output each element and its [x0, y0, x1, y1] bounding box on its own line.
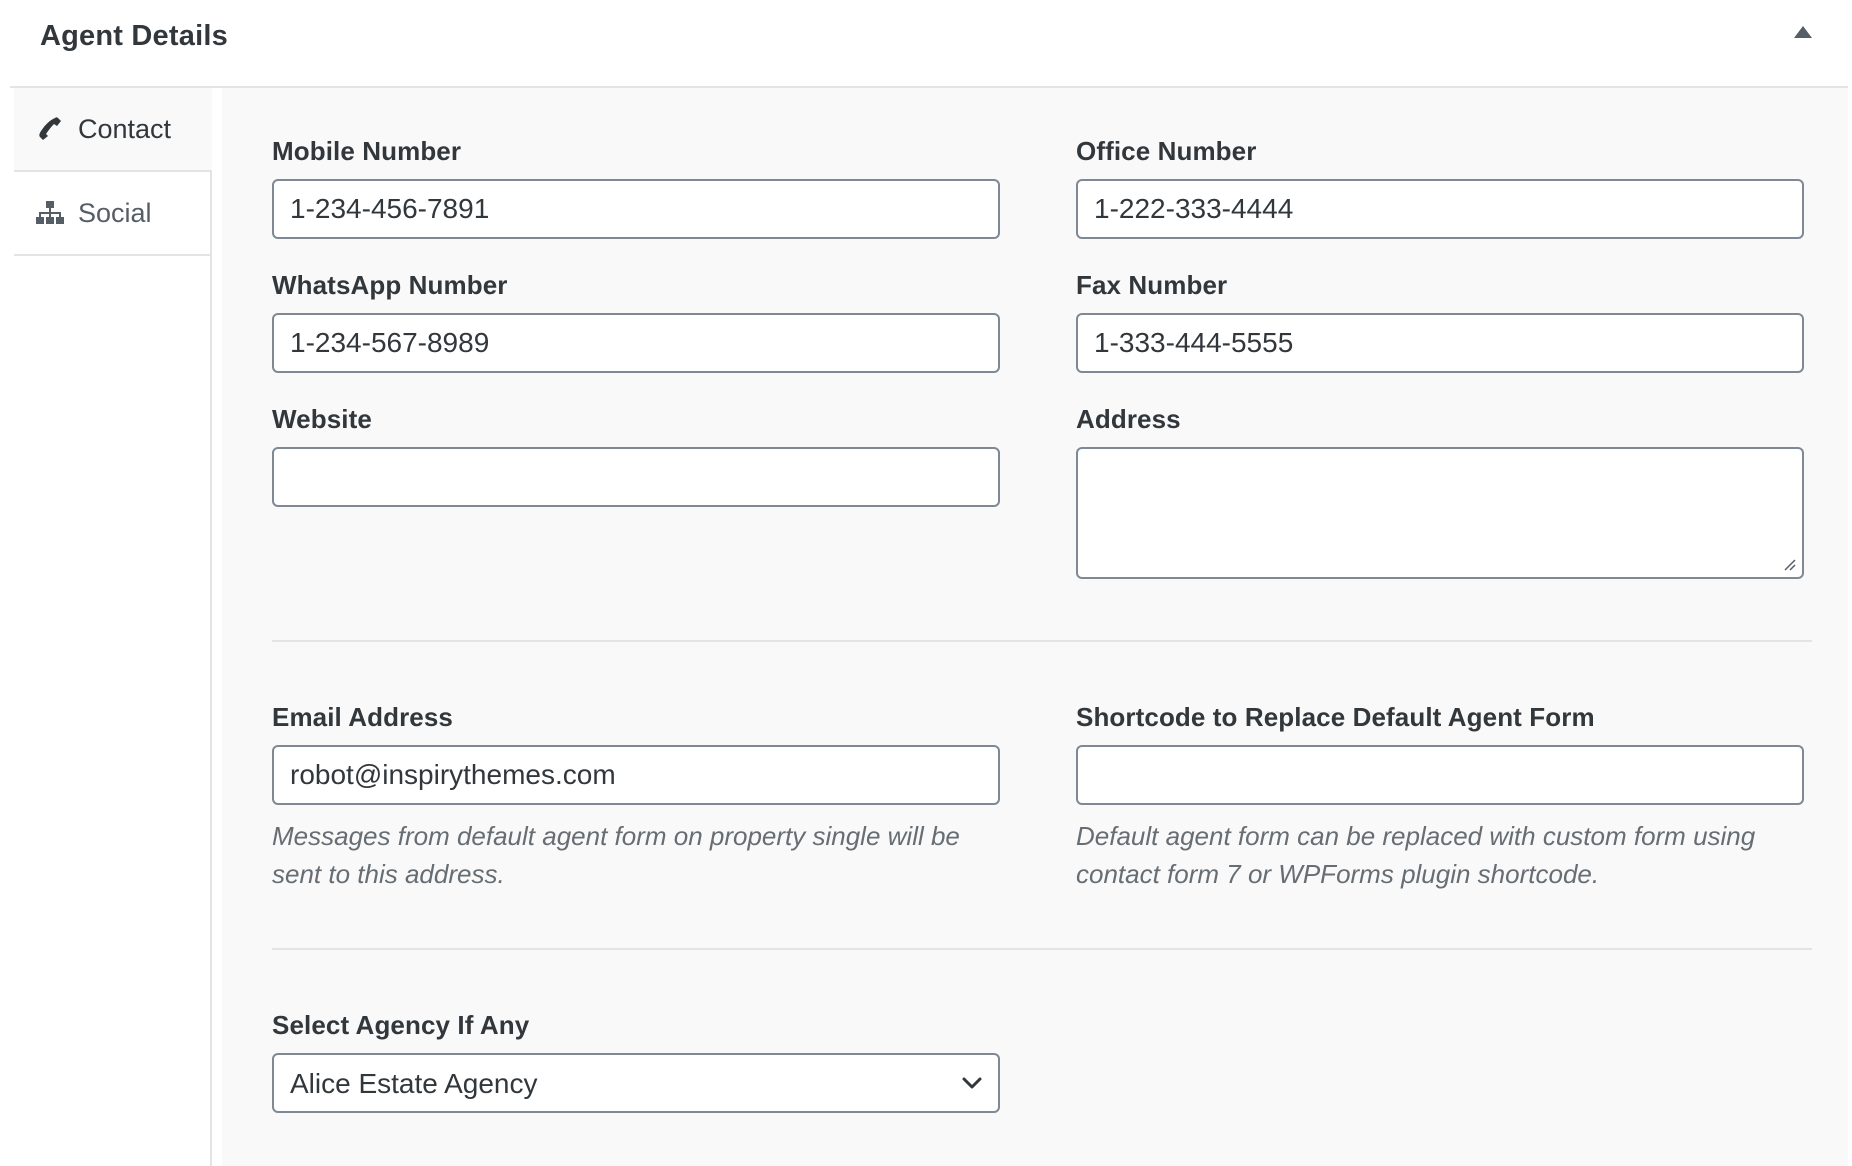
section-divider [272, 640, 1812, 642]
address-label: Address [1076, 404, 1181, 434]
email-address-input[interactable] [272, 745, 1000, 805]
mobile-number-field: Mobile Number [272, 136, 1000, 239]
fax-number-field: Fax Number [1076, 270, 1804, 373]
website-input[interactable] [272, 447, 1000, 507]
address-field: Address [1076, 404, 1804, 579]
whatsapp-number-label: WhatsApp Number [272, 270, 508, 300]
agency-label: Select Agency If Any [272, 1010, 530, 1040]
shortcode-label: Shortcode to Replace Default Agent Form [1076, 702, 1595, 732]
agency-field: Select Agency If Any Alice Estate Agency [272, 1010, 1000, 1113]
agency-select[interactable]: Alice Estate Agency [272, 1053, 1000, 1113]
whatsapp-number-field: WhatsApp Number [272, 270, 1000, 373]
tab-contact-label: Contact [78, 113, 172, 144]
shortcode-field: Shortcode to Replace Default Agent Form … [1076, 702, 1804, 893]
resize-handle-icon[interactable] [1782, 557, 1796, 571]
tabs-sidebar: Contact Social [14, 88, 212, 1166]
email-address-field: Email Address Messages from default agen… [272, 702, 1000, 893]
tab-contact[interactable]: Contact [14, 88, 212, 172]
website-field: Website [272, 404, 1000, 507]
address-textarea[interactable] [1076, 447, 1804, 579]
shortcode-input[interactable] [1076, 745, 1804, 805]
whatsapp-number-input[interactable] [272, 313, 1000, 373]
phone-icon [34, 113, 66, 145]
tab-social-label: Social [78, 197, 152, 228]
shortcode-description: Default agent form can be replaced with … [1076, 821, 1756, 889]
section-divider [272, 948, 1812, 950]
mobile-number-input[interactable] [272, 179, 1000, 239]
agent-details-metabox: Agent Details Contact Social Mobile Numb… [10, 0, 1848, 1166]
triangle-up-icon[interactable] [1794, 26, 1812, 38]
email-address-description: Messages from default agent form on prop… [272, 821, 960, 889]
website-label: Website [272, 404, 372, 434]
office-number-field: Office Number [1076, 136, 1804, 239]
mobile-number-label: Mobile Number [272, 136, 462, 166]
metabox-header[interactable]: Agent Details [10, 0, 1848, 88]
fax-number-label: Fax Number [1076, 270, 1228, 300]
office-number-input[interactable] [1076, 179, 1804, 239]
contact-panel: Mobile Number Office Number WhatsApp Num… [222, 88, 1848, 1166]
agency-select-wrapper: Alice Estate Agency [272, 1053, 1000, 1113]
metabox-title: Agent Details [40, 20, 228, 52]
tab-social[interactable]: Social [14, 172, 210, 256]
sitemap-icon [34, 197, 66, 229]
email-address-label: Email Address [272, 702, 453, 732]
fax-number-input[interactable] [1076, 313, 1804, 373]
office-number-label: Office Number [1076, 136, 1257, 166]
